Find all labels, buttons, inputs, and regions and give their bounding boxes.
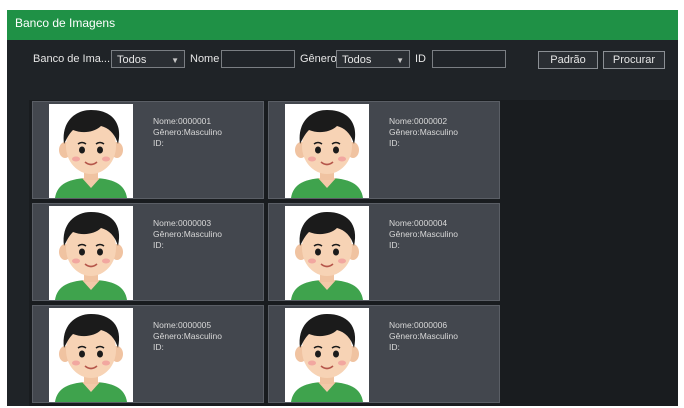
record-id: ID: bbox=[153, 240, 164, 250]
chevron-down-icon: ▼ bbox=[171, 56, 179, 65]
face-record-card[interactable]: Nome:0000002 Gênero:Masculino ID: bbox=[268, 101, 500, 199]
record-details: Nome:0000004 Gênero:Masculino ID: bbox=[389, 218, 458, 251]
boy-avatar-icon bbox=[285, 206, 369, 300]
record-name: Nome:0000006 bbox=[389, 320, 448, 330]
face-record-card[interactable]: Nome:0000003 Gênero:Masculino ID: bbox=[32, 203, 264, 301]
image-bank-select[interactable]: Todos ▼ bbox=[111, 50, 185, 68]
default-button[interactable]: Padrão bbox=[538, 51, 598, 69]
record-name: Nome:0000005 bbox=[153, 320, 212, 330]
face-record-card[interactable]: Nome:0000006 Gênero:Masculino ID: bbox=[268, 305, 500, 403]
window-title: Banco de Imagens bbox=[7, 10, 678, 40]
filter-bar: Banco de Ima... Todos ▼ Nome Gênero Todo… bbox=[7, 50, 678, 72]
face-record-card[interactable]: Nome:0000001 Gênero:Masculino ID: bbox=[32, 101, 264, 199]
record-id: ID: bbox=[389, 342, 400, 352]
face-record-card[interactable]: Nome:0000005 Gênero:Masculino ID: bbox=[32, 305, 264, 403]
record-details: Nome:0000002 Gênero:Masculino ID: bbox=[389, 116, 458, 149]
record-gender: Gênero:Masculino bbox=[389, 229, 458, 239]
record-gender: Gênero:Masculino bbox=[153, 229, 222, 239]
record-gender: Gênero:Masculino bbox=[153, 331, 222, 341]
image-bank-select-value: Todos bbox=[117, 54, 147, 66]
gender-select[interactable]: Todos ▼ bbox=[336, 50, 410, 68]
record-name: Nome:0000001 bbox=[153, 116, 212, 126]
boy-avatar-icon bbox=[49, 206, 133, 300]
name-input[interactable] bbox=[221, 50, 295, 68]
boy-avatar-icon bbox=[285, 104, 369, 198]
image-grid: Nome:0000001 Gênero:Masculino ID: Nome:000… bbox=[29, 100, 678, 406]
record-details: Nome:0000005 Gênero:Masculino ID: bbox=[153, 320, 222, 353]
record-name: Nome:0000002 bbox=[389, 116, 448, 126]
record-details: Nome:0000001 Gênero:Masculino ID: bbox=[153, 116, 222, 149]
id-input[interactable] bbox=[432, 50, 506, 68]
record-details: Nome:0000003 Gênero:Masculino ID: bbox=[153, 218, 222, 251]
boy-avatar-icon bbox=[285, 308, 369, 402]
chevron-down-icon: ▼ bbox=[396, 56, 404, 65]
record-id: ID: bbox=[153, 138, 164, 148]
boy-avatar-icon bbox=[49, 104, 133, 198]
record-id: ID: bbox=[389, 240, 400, 250]
record-gender: Gênero:Masculino bbox=[153, 127, 222, 137]
face-record-card[interactable]: Nome:0000004 Gênero:Masculino ID: bbox=[268, 203, 500, 301]
gender-label: Gênero bbox=[300, 53, 337, 65]
image-bank-label: Banco de Ima... bbox=[33, 53, 111, 65]
record-id: ID: bbox=[153, 342, 164, 352]
boy-avatar-icon bbox=[49, 308, 133, 402]
record-gender: Gênero:Masculino bbox=[389, 331, 458, 341]
id-label: ID bbox=[415, 53, 426, 65]
record-id: ID: bbox=[389, 138, 400, 148]
record-details: Nome:0000006 Gênero:Masculino ID: bbox=[389, 320, 458, 353]
name-label: Nome bbox=[190, 53, 220, 65]
search-button[interactable]: Procurar bbox=[603, 51, 665, 69]
gender-select-value: Todos bbox=[342, 54, 372, 66]
image-bank-window: Banco de Imagens Banco de Ima... Todos ▼… bbox=[7, 10, 678, 406]
record-name: Nome:0000004 bbox=[389, 218, 448, 228]
record-name: Nome:0000003 bbox=[153, 218, 212, 228]
record-gender: Gênero:Masculino bbox=[389, 127, 458, 137]
